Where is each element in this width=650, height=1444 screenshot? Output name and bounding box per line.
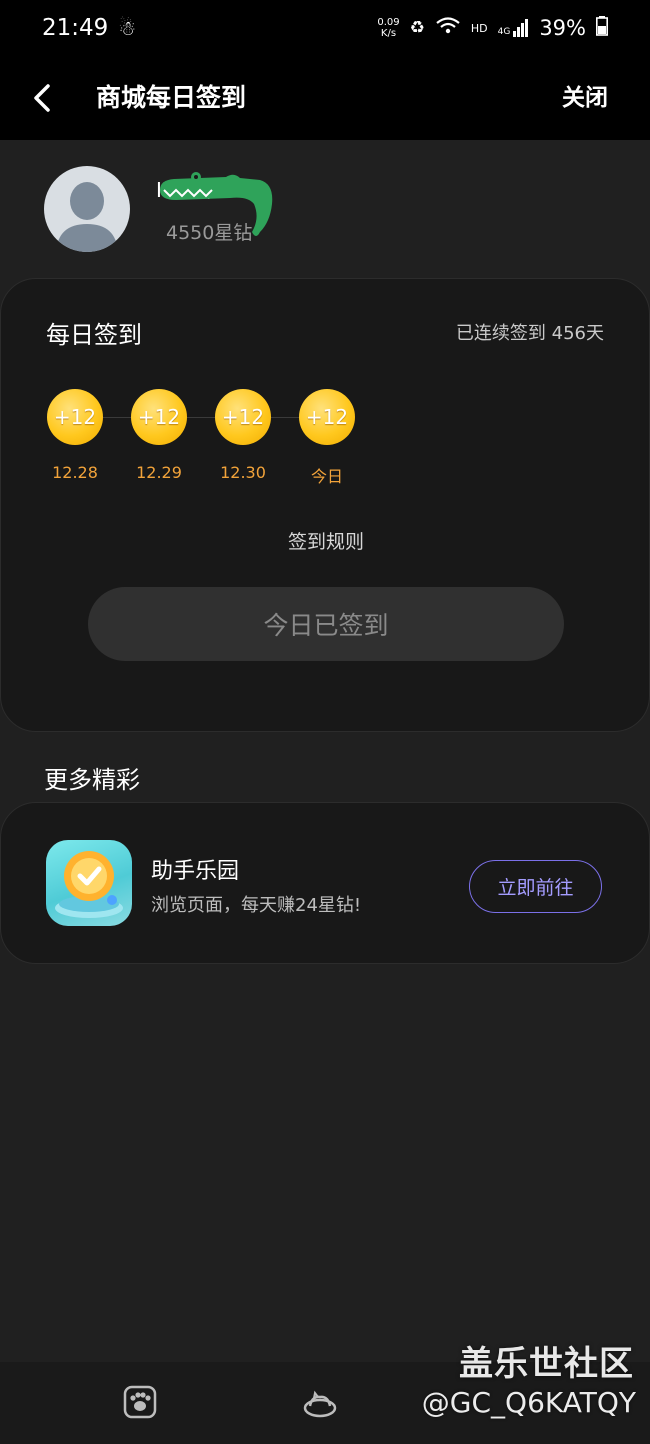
crocodile-sticker-icon [160,172,273,236]
checkin-days: +12 12.28 +12 12.29 +12 12.30 +12 今日 [47,389,357,486]
daily-checkin-card: 每日签到 已连续签到 456天 +12 12.28 +12 12.29 +12 … [0,278,650,732]
coin-reward: +12 [47,389,103,445]
coin-date: 12.28 [52,463,98,482]
paw-icon[interactable] [122,1384,158,1420]
go-now-button[interactable]: 立即前往 [469,860,602,913]
coin-reward: +12 [131,389,187,445]
app-header: 商城每日签到 关闭 [0,56,650,140]
coin-date: 今日 [310,467,343,486]
avatar[interactable] [44,166,130,252]
battery-percent: 39% [539,16,586,40]
promo-description: 浏览页面，每天赚24星钻! [151,895,362,916]
checkin-rules-label[interactable]: 签到规则 [288,531,364,553]
back-arrow-icon [34,84,50,112]
checked-in-button[interactable]: 今日已签到 [88,587,564,661]
section-title: 更多精彩 [44,766,140,794]
cat-bed-icon[interactable] [302,1384,338,1420]
coin-date: 12.29 [136,463,182,482]
checkin-title: 每日签到 [46,321,142,349]
net-speed: 0.09 K/s [377,17,399,39]
default-avatar-icon [56,182,118,252]
coin-reward: +12 [299,389,355,445]
status-bar: 21:49 ☃ 0.09 K/s ♻ HD 4G 39% [0,0,650,56]
close-button[interactable]: 关闭 [562,78,608,112]
wifi-icon [435,16,461,41]
network-gen: 4G [497,27,511,37]
status-indicators: 0.09 K/s ♻ HD 4G 39% [377,16,608,41]
coin-check-icon [55,851,123,918]
back-button[interactable] [28,80,58,116]
coin-date: 12.30 [220,463,266,482]
hd-label: HD [470,21,488,35]
checkin-rules-link[interactable]: 签到规则 [1,527,650,554]
watermark-user: @GC_Q6KATQY [421,1386,636,1419]
net-speed-unit: K/s [380,28,397,39]
promo-name: 助手乐园 [151,859,240,884]
assistant-park-app-icon [46,840,132,926]
checkin-streak: 已连续签到 456天 [455,323,604,344]
promo-card: 助手乐园 浏览页面，每天赚24星钻! 立即前往 [0,802,650,964]
status-time: 21:49 [42,15,109,41]
recycle-icon: ♻ [409,18,425,38]
watermark-site: 盖乐世社区 [459,1344,634,1384]
coin-reward: +12 [215,389,271,445]
signal-icon: 4G [498,19,530,37]
net-speed-value: 0.09 [377,17,400,28]
notification-icon: ☃ [118,16,137,40]
battery-icon [596,16,608,40]
coin-connector [75,417,325,418]
page-title: 商城每日签到 [96,83,247,112]
user-profile: ID水印 4550星钻 [44,166,604,252]
